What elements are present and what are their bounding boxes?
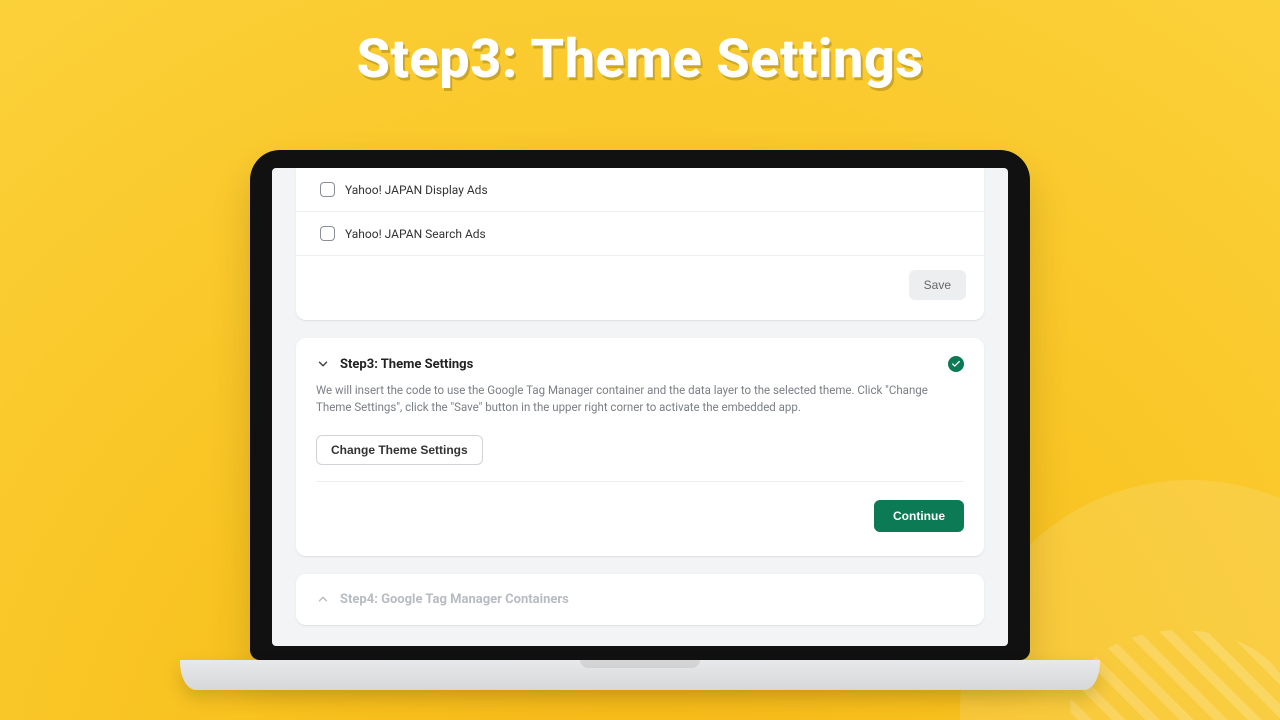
ads-selection-card: Yahoo! JAPAN Display Ads Yahoo! JAPAN Se… [296,168,984,320]
step4-title: Step4: Google Tag Manager Containers [340,592,569,607]
step3-card: Step3: Theme Settings We will insert the… [296,338,984,556]
status-complete-icon [948,356,964,372]
step3-description: We will insert the code to use the Googl… [316,382,964,417]
step4-card: Step4: Google Tag Manager Containers [296,574,984,625]
continue-button[interactable]: Continue [874,500,964,532]
chevron-down-icon [316,357,330,371]
list-item-label: Yahoo! JAPAN Display Ads [345,183,488,197]
chevron-up-icon [316,592,330,606]
save-button[interactable]: Save [909,270,966,300]
laptop-base [180,660,1100,690]
laptop-screen: Yahoo! JAPAN Display Ads Yahoo! JAPAN Se… [272,168,1008,646]
laptop-mockup: Yahoo! JAPAN Display Ads Yahoo! JAPAN Se… [250,150,1030,690]
step4-title-wrap: Step4: Google Tag Manager Containers [316,592,569,607]
list-item[interactable]: Yahoo! JAPAN Display Ads [296,168,984,212]
list-item[interactable]: Yahoo! JAPAN Search Ads [296,212,984,256]
step3-body: We will insert the code to use the Googl… [296,382,984,556]
change-theme-settings-button[interactable]: Change Theme Settings [316,435,483,465]
step3-action-bar: Change Theme Settings [316,431,964,482]
checkbox-icon[interactable] [320,226,335,241]
step3-title-wrap: Step3: Theme Settings [316,357,473,372]
checkbox-icon[interactable] [320,182,335,197]
laptop-bezel: Yahoo! JAPAN Display Ads Yahoo! JAPAN Se… [250,150,1030,660]
step3-header[interactable]: Step3: Theme Settings [296,338,984,382]
list-item-label: Yahoo! JAPAN Search Ads [345,227,486,241]
hero-title: Step3: Theme Settings [0,28,1280,91]
app-content: Yahoo! JAPAN Display Ads Yahoo! JAPAN Se… [272,168,1008,646]
step4-header[interactable]: Step4: Google Tag Manager Containers [296,574,984,625]
save-row: Save [296,256,984,314]
step3-title: Step3: Theme Settings [340,357,473,372]
step3-continue-bar: Continue [316,482,964,550]
